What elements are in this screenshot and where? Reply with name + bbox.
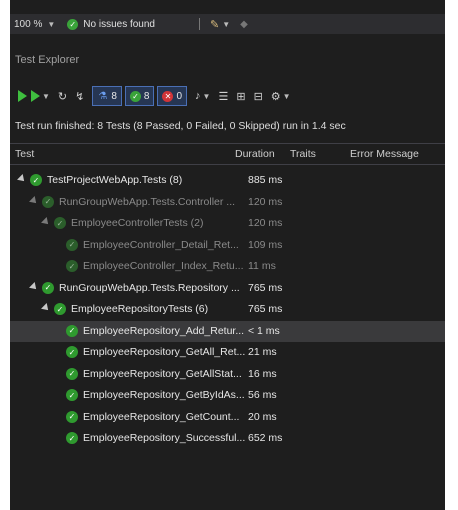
zoom-level[interactable]: 100 %: [14, 19, 42, 30]
test-name: EmployeeController_Index_Retu...: [83, 260, 244, 272]
test-name: EmployeeRepository_Successful...: [83, 432, 246, 444]
column-header-duration[interactable]: Duration: [235, 148, 275, 160]
code-cleanup-icon[interactable]: ✎: [210, 18, 219, 31]
test-duration: 11 ms: [248, 260, 276, 272]
settings-icon[interactable]: ⚙: [271, 90, 281, 103]
passed-icon: ✓: [129, 90, 141, 102]
run-icon[interactable]: [31, 90, 40, 102]
panel-title: Test Explorer: [15, 54, 80, 66]
test-tree-row[interactable]: ✓ EmployeeRepositoryTests (6) 765 ms: [10, 299, 445, 320]
passed-status-icon: ✓: [66, 260, 78, 272]
test-tree-row[interactable]: ✓ EmployeeRepository_GetAllStat... 16 ms: [10, 364, 445, 385]
test-tree-row[interactable]: ✓ EmployeeControllerTests (2) 120 ms: [10, 213, 445, 234]
test-name: EmployeeRepositoryTests (6): [71, 303, 209, 315]
test-name: EmployeeRepository_GetAll_Ret...: [83, 346, 246, 358]
test-name: RunGroupWebApp.Tests.Repository ...: [59, 281, 240, 294]
expand-collapse-icon[interactable]: [41, 217, 51, 227]
test-tree-row[interactable]: ✓ EmployeeRepository_GetCount... 20 ms: [10, 407, 445, 428]
test-duration: 120 ms: [248, 195, 283, 208]
flask-icon: ⚗: [98, 90, 108, 102]
test-duration: 56 ms: [248, 389, 277, 401]
total-count: 8: [111, 90, 117, 102]
test-tree-row[interactable]: ✓ EmployeeController_Detail_Ret... 109 ms: [10, 235, 445, 256]
test-tree-row[interactable]: ✓ EmployeeRepository_GetAll_Ret... 21 ms: [10, 342, 445, 363]
test-name: EmployeeRepository_GetCount...: [83, 410, 240, 423]
test-tree-row[interactable]: ✓ EmployeeRepository_GetByIdAs... 56 ms: [10, 385, 445, 406]
zoom-dropdown-icon[interactable]: ▼: [47, 20, 55, 29]
filter-failed-button[interactable]: ✕ 0: [157, 86, 188, 106]
passed-status-icon: ✓: [42, 195, 54, 208]
editor-status-bar: 100 % ▼ ✓ No issues found ✎ ▼ ◆: [10, 14, 445, 34]
expand-collapse-icon[interactable]: [29, 195, 39, 206]
test-duration: 109 ms: [248, 238, 283, 251]
column-headers: Test Duration Traits Error Message: [10, 143, 445, 165]
test-duration: 652 ms: [248, 432, 283, 444]
test-duration: 16 ms: [248, 367, 277, 380]
column-header-error[interactable]: Error Message: [350, 148, 419, 160]
test-tree-row[interactable]: ✓ EmployeeRepository_Add_Retur... < 1 ms: [10, 320, 445, 342]
no-issues-icon: ✓: [67, 18, 79, 30]
test-duration: 21 ms: [248, 346, 277, 358]
expand-collapse-icon[interactable]: [41, 303, 51, 313]
code-cleanup-dropdown-icon[interactable]: ▼: [222, 20, 230, 29]
test-explorer-screenshot: 100 % ▼ ✓ No issues found ✎ ▼ ◆ Test Exp…: [10, 0, 445, 510]
run-failed-icon[interactable]: ↯: [75, 90, 84, 103]
test-tree-row[interactable]: ✓ RunGroupWebApp.Tests.Controller ... 120 …: [10, 192, 445, 213]
run-summary: Test run finished: 8 Tests (8 Passed, 0 …: [15, 120, 346, 132]
passed-status-icon: ✓: [66, 410, 78, 423]
expand-all-icon[interactable]: ⊞: [236, 90, 245, 103]
playlist-dropdown-icon[interactable]: ▼: [203, 92, 211, 101]
filter-passed-button[interactable]: ✓ 8: [124, 86, 155, 106]
passed-status-icon: ✓: [30, 174, 42, 186]
test-name: RunGroupWebApp.Tests.Controller ...: [59, 195, 236, 208]
failed-count: 0: [176, 90, 183, 102]
test-explorer-toolbar: ▼ ↻ ↯ ⚗ 8 ✓ 8 ✕ 0 ♪ ▼ ☰ ⊞ ⊟ ⚙ ▼: [10, 82, 445, 110]
test-name: EmployeeControllerTests (2): [71, 217, 204, 229]
test-duration: 20 ms: [248, 410, 277, 423]
test-name: TestProjectWebApp.Tests (8): [47, 174, 183, 186]
passed-status-icon: ✓: [54, 303, 66, 315]
test-name: EmployeeRepository_Add_Retur...: [83, 324, 245, 337]
run-dropdown-icon[interactable]: ▼: [42, 92, 50, 101]
test-name: EmployeeRepository_GetAllStat...: [83, 367, 242, 380]
issues-status[interactable]: No issues found: [83, 19, 155, 30]
test-name: EmployeeController_Detail_Ret...: [83, 238, 239, 251]
collapse-all-icon[interactable]: ⊟: [254, 90, 263, 103]
test-duration: 120 ms: [248, 217, 283, 229]
passed-status-icon: ✓: [54, 217, 66, 229]
passed-count: 8: [143, 90, 150, 102]
passed-status-icon: ✓: [66, 389, 78, 401]
test-tree-row[interactable]: ✓ EmployeeRepository_Successful... 652 ms: [10, 428, 445, 449]
test-tree-row[interactable]: ✓ RunGroupWebApp.Tests.Repository ... 765 …: [10, 278, 445, 299]
expand-collapse-icon[interactable]: [29, 281, 39, 292]
test-duration: 765 ms: [248, 281, 283, 294]
more-icon[interactable]: ◆: [240, 19, 248, 30]
status-divider: [199, 18, 200, 30]
group-by-icon[interactable]: ☰: [218, 90, 228, 103]
passed-status-icon: ✓: [66, 432, 78, 444]
test-duration: 765 ms: [248, 303, 283, 315]
repeat-last-run-icon[interactable]: ↻: [58, 90, 67, 103]
test-tree-row[interactable]: ✓ TestProjectWebApp.Tests (8) 885 ms: [10, 170, 445, 191]
settings-dropdown-icon[interactable]: ▼: [283, 92, 291, 101]
passed-status-icon: ✓: [66, 324, 78, 337]
passed-status-icon: ✓: [66, 238, 78, 251]
run-all-icon[interactable]: [18, 90, 27, 102]
filter-total-button[interactable]: ⚗ 8: [92, 86, 122, 106]
expand-collapse-icon[interactable]: [17, 174, 27, 184]
passed-status-icon: ✓: [66, 367, 78, 380]
playlist-icon[interactable]: ♪: [195, 90, 201, 102]
test-duration: 885 ms: [248, 174, 283, 186]
column-header-test[interactable]: Test: [15, 148, 34, 160]
failed-icon: ✕: [162, 90, 174, 102]
passed-status-icon: ✓: [42, 281, 54, 294]
editor-code-strip: [10, 0, 445, 10]
test-name: EmployeeRepository_GetByIdAs...: [83, 389, 245, 401]
column-header-traits[interactable]: Traits: [290, 148, 316, 160]
test-duration: < 1 ms: [248, 324, 280, 337]
passed-status-icon: ✓: [66, 346, 78, 358]
test-tree-row[interactable]: ✓ EmployeeController_Index_Retu... 11 ms: [10, 256, 445, 277]
